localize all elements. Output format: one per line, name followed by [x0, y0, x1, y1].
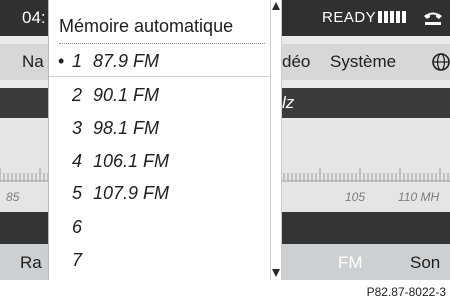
scroll-down-arrow-icon[interactable] — [272, 269, 280, 277]
preset-item-3[interactable]: 3 98.1 FM — [49, 113, 271, 143]
preset-item-7[interactable]: 7 — [49, 245, 271, 275]
preset-item-4[interactable]: 4 106.1 FM — [49, 146, 271, 176]
preset-item-5[interactable]: 5 107.9 FM — [49, 178, 271, 208]
band-frequency-fragment: lz — [282, 93, 295, 112]
bottom-item-fm[interactable]: FM — [338, 253, 363, 273]
preset-item-1[interactable]: • 1 87.9 FM — [49, 46, 271, 77]
preset-number: 5 — [71, 183, 82, 203]
preset-number: 2 — [71, 85, 82, 105]
preset-number: 7 — [71, 250, 82, 270]
signal-strength-icon — [378, 11, 406, 23]
preset-number: 3 — [71, 118, 82, 138]
globe-icon[interactable] — [432, 53, 450, 71]
scale-label-105: 105 — [345, 190, 366, 204]
menu-item-navi[interactable]: Na — [22, 52, 44, 72]
menu-item-system[interactable]: Système — [330, 52, 396, 72]
scroll-up-arrow-icon[interactable] — [272, 2, 280, 10]
figure-caption: P82.87-8022-3 — [366, 285, 446, 299]
preset-number: 6 — [71, 217, 82, 237]
preset-number: 1 — [71, 51, 82, 71]
clock: 04: — [22, 8, 46, 27]
preset-frequency: 107.9 FM — [93, 183, 170, 203]
ready-status: READY — [322, 9, 377, 26]
scale-label-85: 85 — [6, 190, 20, 204]
bottom-item-sound[interactable]: Son — [410, 253, 440, 273]
title-divider — [59, 43, 265, 44]
popup-title: Mémoire automatique — [59, 16, 234, 36]
radio-screen: 04: READY Na déo Système lz 85 105 110 M… — [0, 0, 450, 280]
preset-item-2[interactable]: 2 90.1 FM — [49, 80, 271, 110]
selected-bullet: • — [58, 51, 65, 71]
popup-scrollbar[interactable] — [270, 0, 282, 280]
scale-label-110: 110 MH — [398, 190, 440, 204]
menu-item-video[interactable]: déo — [282, 52, 310, 72]
preset-number: 4 — [71, 151, 82, 171]
preset-frequency: 87.9 FM — [93, 51, 160, 71]
preset-item-6[interactable]: 6 — [49, 212, 271, 242]
preset-frequency: 98.1 FM — [93, 118, 160, 138]
preset-frequency: 106.1 FM — [93, 151, 170, 171]
phone-icon — [424, 12, 442, 25]
auto-store-popup: Mémoire automatique • 1 87.9 FM 2 90.1 F… — [48, 0, 271, 280]
preset-frequency: 90.1 FM — [93, 85, 160, 105]
bottom-item-radio[interactable]: Ra — [20, 253, 42, 273]
